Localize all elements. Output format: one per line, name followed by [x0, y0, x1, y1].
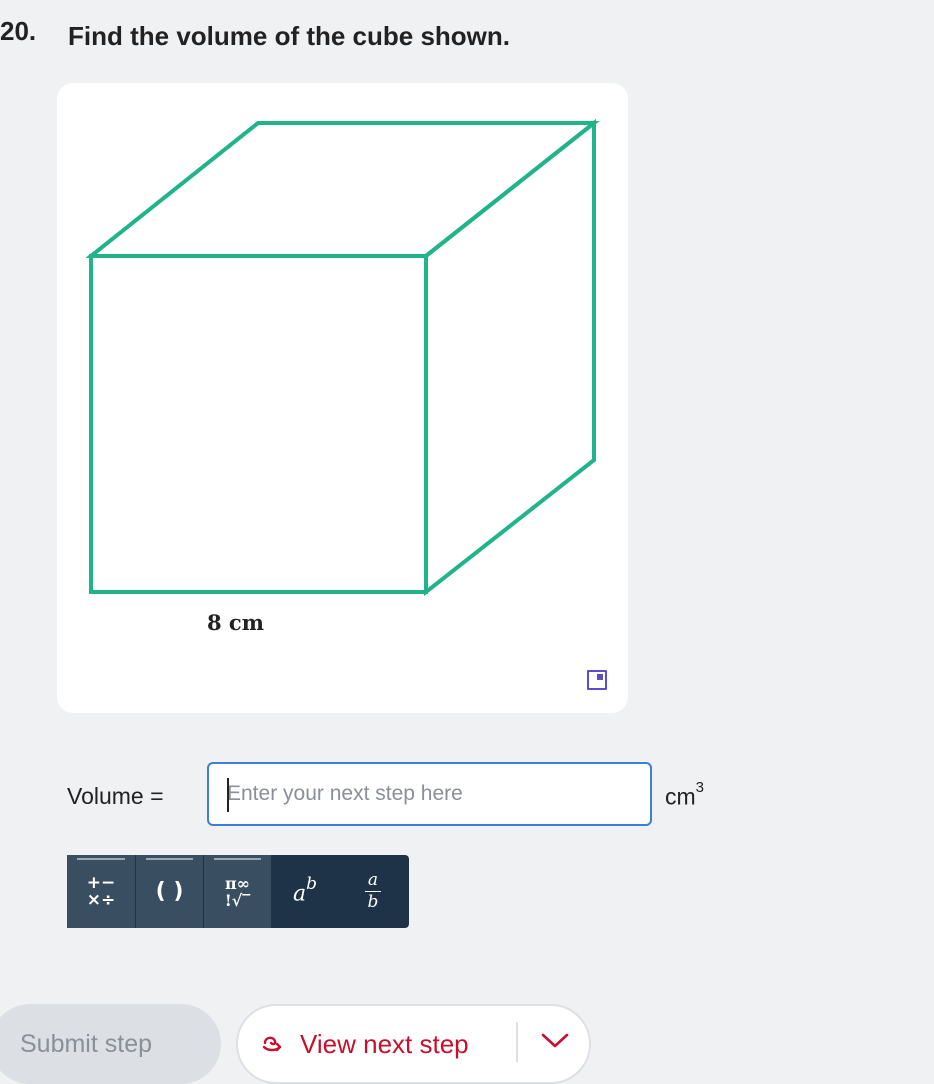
view-next-step-button[interactable]: View next step [236, 1004, 591, 1084]
fraction-numerator: a [367, 869, 379, 890]
operators-top: +− [86, 872, 116, 893]
parentheses-tab[interactable]: ( ) [135, 855, 203, 928]
math-toolbar: +− ×÷ ( ) π∞ !√‾ ab a b [67, 855, 409, 928]
button-divider [516, 1022, 518, 1062]
answer-label: Volume = [67, 783, 164, 809]
dimension-label: 8 cm [207, 610, 264, 635]
exponent-button[interactable]: ab [271, 855, 339, 928]
figure-card: 8 cm [57, 83, 628, 713]
constants-top: π∞ [224, 873, 251, 893]
question-number: 20. [0, 16, 37, 46]
expand-icon[interactable] [587, 670, 607, 690]
cube-top-face [85, 121, 600, 258]
unit-text: cm [665, 783, 696, 810]
fraction-denominator: b [367, 892, 379, 913]
constants-bottom: !√‾ [224, 890, 251, 910]
operators-icon: +− ×÷ [86, 872, 116, 910]
answer-unit: cm3 [665, 779, 704, 811]
text-caret [227, 778, 229, 812]
cube-front-face [89, 254, 428, 594]
constants-tab[interactable]: π∞ !√‾ [203, 855, 271, 928]
cube-diagram [85, 118, 600, 597]
operators-tab[interactable]: +− ×÷ [67, 855, 135, 928]
exponent-power: b [306, 873, 317, 894]
view-next-step-label: View next step [300, 1029, 469, 1059]
fraction-button[interactable]: a b [339, 855, 407, 928]
parentheses-icon: ( ) [155, 879, 184, 904]
question-text: Find the volume of the cube shown. [68, 21, 511, 51]
fraction-icon: a b [365, 869, 381, 913]
submit-step-button[interactable]: Submit step [0, 1004, 221, 1084]
constants-icon: π∞ !√‾ [225, 875, 251, 909]
cube-side-face [424, 118, 596, 597]
operators-bottom: ×÷ [86, 889, 116, 910]
exponent-icon: ab [292, 873, 317, 907]
reveal-arrow-icon [261, 1032, 283, 1060]
unit-exponent: 3 [695, 779, 705, 796]
chevron-down-icon[interactable] [540, 1031, 570, 1056]
exponent-base: a [292, 881, 307, 907]
answer-input[interactable] [207, 762, 652, 826]
